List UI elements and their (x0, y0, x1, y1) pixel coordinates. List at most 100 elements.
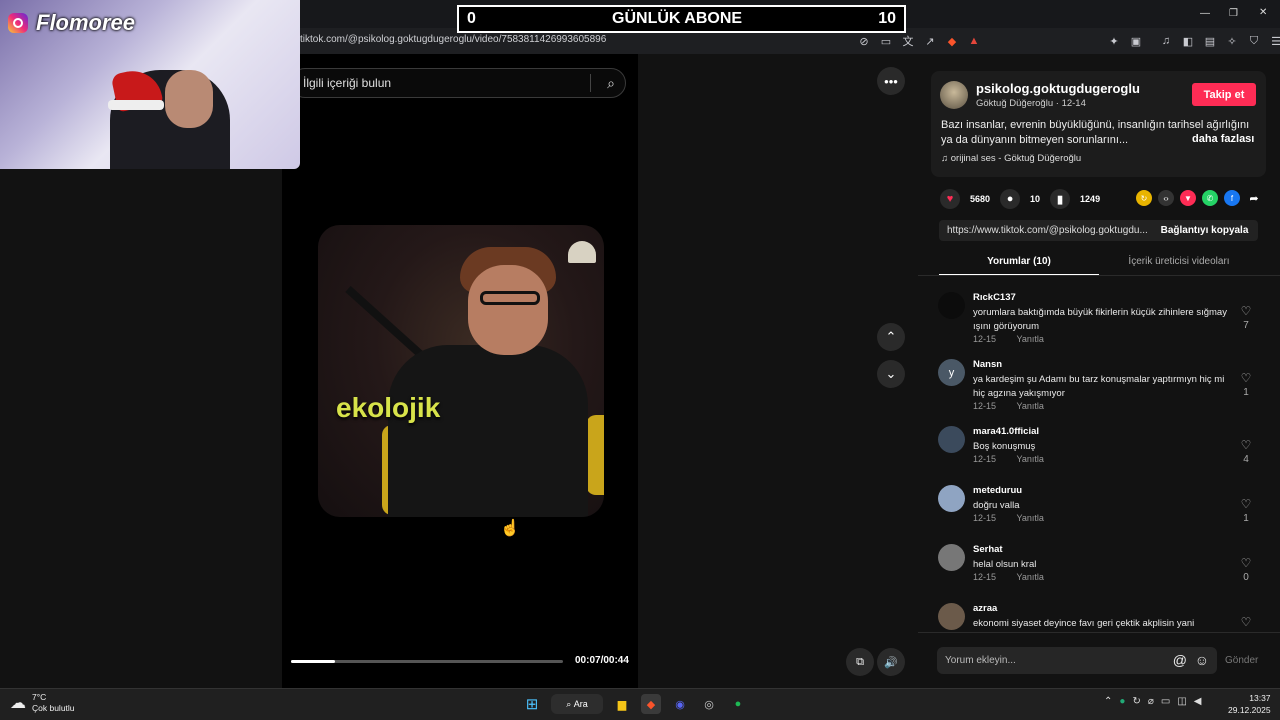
send-to-friends-icon[interactable]: ▼ (1180, 190, 1196, 206)
bookmark-icon[interactable]: ▮ (1050, 189, 1071, 209)
comment-meta: 12-15 Yanıtla (973, 401, 1044, 411)
clock[interactable]: 13:37 29.12.2025 (1228, 692, 1271, 716)
share-arrow-icon[interactable]: ➦ (1246, 190, 1262, 206)
facebook-icon[interactable]: f (1224, 190, 1240, 206)
like-heart-icon[interactable]: ♡ (1238, 497, 1254, 511)
search-icon: ⌕ (566, 698, 574, 709)
like-heart-icon[interactable]: ♡ (1238, 615, 1254, 629)
minimize-icon[interactable]: — (1200, 8, 1210, 19)
maximize-icon[interactable]: ❐ (1229, 8, 1238, 19)
comment-username[interactable]: meteduruu (973, 485, 1022, 496)
comment-username[interactable]: RıckC137 (973, 292, 1016, 303)
share-icon[interactable]: ↗ (922, 33, 938, 49)
reply-button[interactable]: Yanıtla (1017, 454, 1044, 464)
reply-button[interactable]: Yanıtla (1017, 401, 1044, 411)
translate-icon[interactable]: 文 (900, 33, 916, 49)
windows-start-icon[interactable]: ⊞ (522, 694, 542, 714)
heart-icon[interactable]: ♥ (940, 189, 960, 209)
clock-date: 29.12.2025 (1228, 705, 1271, 715)
tab-creator-videos[interactable]: İçerik üreticisi videoları (1099, 252, 1259, 276)
extensions-icon[interactable]: ✦ (1106, 33, 1122, 49)
cast-icon[interactable]: ▭ (878, 33, 894, 49)
search-input[interactable]: İlgili içeriği bulun ⌕ (290, 68, 626, 98)
sidebar-icon[interactable]: ◧ (1180, 33, 1196, 49)
comment-avatar[interactable] (938, 544, 965, 571)
music-line[interactable]: ♫ orijinal ses - Göktuğ Düğeroğlu (941, 153, 1081, 164)
brave-browser-icon[interactable]: ◆ (641, 694, 661, 714)
brave-shield-icon[interactable]: ◆ (944, 33, 960, 49)
reply-button[interactable]: Yanıtla (1017, 572, 1044, 582)
obs-icon[interactable]: ◎ (699, 694, 719, 714)
file-explorer-icon[interactable]: ▆ (612, 694, 632, 714)
reader-icon[interactable]: ⊘ (856, 33, 872, 49)
speaker-icon[interactable]: ◀ (1194, 696, 1202, 707)
progress-fill (291, 660, 335, 663)
comment-text: doğru valla (973, 500, 1020, 511)
close-icon[interactable]: ✕ (1259, 7, 1267, 18)
like-heart-icon[interactable]: ♡ (1238, 371, 1254, 385)
author-username[interactable]: psikolog.goktugdugeroglu (976, 81, 1140, 96)
display-icon[interactable]: ▭ (1161, 696, 1170, 707)
comment-icon[interactable]: ● (1000, 189, 1021, 209)
video-frame[interactable] (318, 225, 604, 517)
comment-input[interactable]: Yorum ekleyin... @ ☺ (937, 647, 1217, 674)
volume-button[interactable]: 🔊 (877, 648, 905, 676)
taskbar-search[interactable]: ⌕ Ara (551, 694, 603, 714)
network-icon[interactable]: ◫ (1177, 696, 1186, 707)
comment-like-count: 7 (1243, 320, 1249, 331)
more-button[interactable]: daha fazlası (1192, 133, 1254, 145)
panel-tabs: Yorumlar (10) İçerik üreticisi videoları (939, 252, 1259, 276)
brave-rewards-icon[interactable]: ▲ (966, 33, 982, 49)
wallet-icon[interactable]: ▤ (1202, 33, 1218, 49)
previous-video-button[interactable]: ⌃ (877, 323, 905, 351)
like-heart-icon[interactable]: ♡ (1238, 438, 1254, 452)
tab-comments[interactable]: Yorumlar (10) (939, 252, 1099, 276)
whatsapp-icon[interactable]: ✆ (1202, 190, 1218, 206)
sync-icon[interactable]: ↻ (1132, 696, 1140, 707)
emoji-icon[interactable]: ☺ (1195, 652, 1209, 668)
clock-time: 13:37 (1249, 693, 1271, 703)
comment-avatar[interactable] (938, 485, 965, 512)
person-shape (388, 345, 588, 517)
search-icon[interactable]: ⌕ (607, 75, 615, 92)
app-tray-icon[interactable]: ● (1119, 696, 1125, 707)
leo-ai-icon[interactable]: ✧ (1224, 33, 1240, 49)
comment-username[interactable]: azraa (973, 603, 997, 614)
next-video-button[interactable]: ⌄ (877, 360, 905, 388)
comment-date: 12-15 (973, 454, 997, 464)
screenshot-icon[interactable]: ▣ (1128, 33, 1144, 49)
spotify-icon[interactable]: ● (728, 694, 748, 714)
send-button[interactable]: Gönder (1225, 655, 1258, 666)
more-options-button[interactable]: ••• (877, 67, 905, 95)
follow-button[interactable]: Takip et (1192, 83, 1256, 106)
comment-username[interactable]: Nansn (973, 359, 1002, 370)
comment-avatar[interactable] (938, 426, 965, 453)
comment-avatar[interactable]: y (938, 359, 965, 386)
tray-expand-icon[interactable]: ⌃ (1104, 696, 1112, 707)
cloud-icon: ☁ (10, 695, 26, 712)
comment-avatar[interactable] (938, 603, 965, 630)
streamer-head-shape (165, 70, 213, 128)
like-heart-icon[interactable]: ♡ (1238, 304, 1254, 318)
microphone-icon[interactable]: ⌀ (1148, 696, 1154, 707)
copy-link-button[interactable]: Bağlantıyı kopyala (1151, 220, 1258, 241)
media-icon[interactable]: ♫ (1158, 33, 1174, 49)
address-bar[interactable]: tiktok.com/@psikolog.goktugdugeroglu/vid… (300, 34, 606, 45)
comment-username[interactable]: Serhat (973, 544, 1003, 555)
weather-text: 7°C Çok bulutlu (32, 692, 75, 714)
author-avatar[interactable] (940, 81, 968, 109)
weather-widget[interactable]: ☁ 7°C Çok bulutlu (10, 692, 75, 714)
weather-condition: Çok bulutlu (32, 703, 75, 713)
comment-avatar[interactable] (938, 292, 965, 319)
comment-username[interactable]: mara41.0fficial (973, 426, 1039, 437)
vpn-icon[interactable]: ⛉ (1246, 33, 1262, 49)
mention-icon[interactable]: @ (1173, 652, 1187, 668)
embed-icon[interactable]: ‹› (1158, 190, 1174, 206)
like-heart-icon[interactable]: ♡ (1238, 556, 1254, 570)
menu-icon[interactable]: ☰ (1268, 33, 1280, 49)
reply-button[interactable]: Yanıtla (1017, 334, 1044, 344)
discord-icon[interactable]: ◉ (670, 694, 690, 714)
pip-button[interactable]: ⧉ (846, 648, 874, 676)
repost-icon[interactable]: ↻ (1136, 190, 1152, 206)
reply-button[interactable]: Yanıtla (1017, 513, 1044, 523)
